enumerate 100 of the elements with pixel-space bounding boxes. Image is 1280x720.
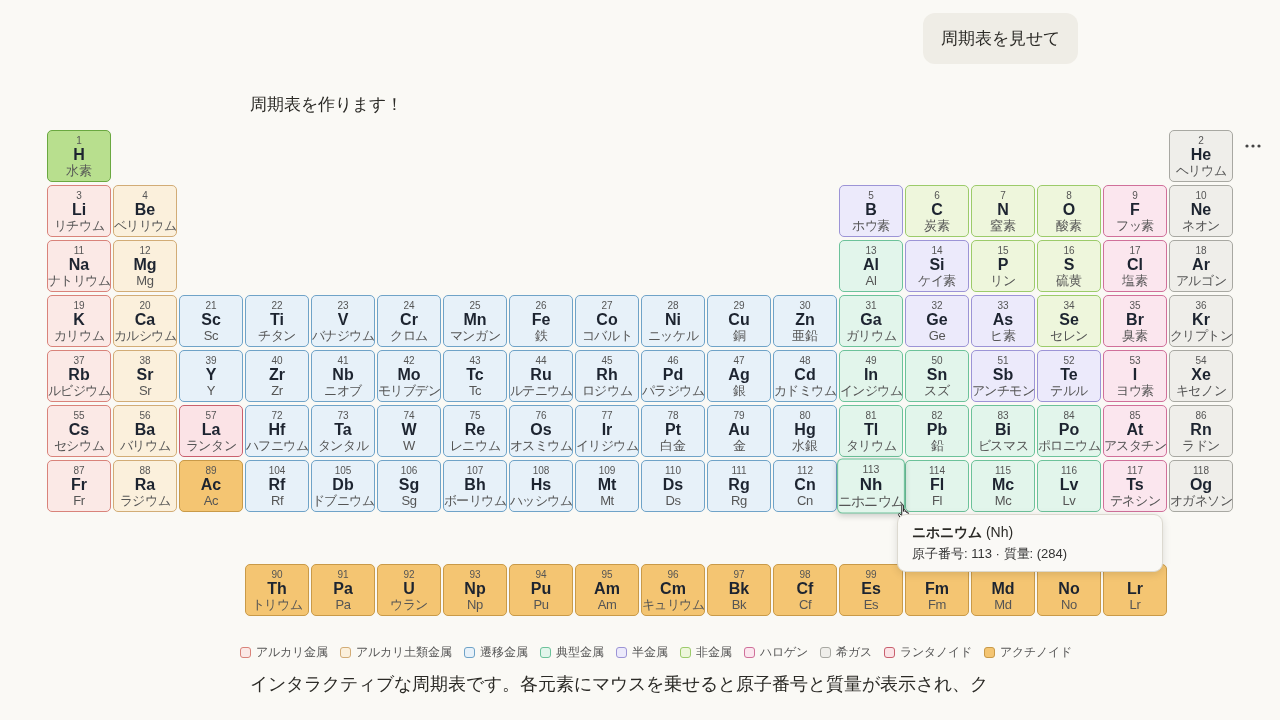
element-tile[interactable]: 115 Mc Mc [971, 460, 1035, 512]
element-tile[interactable]: 41 Nb ニオブ [311, 350, 375, 402]
element-tile[interactable]: 111 Rg Rg [707, 460, 771, 512]
element-tile[interactable]: 6 C 炭素 [905, 185, 969, 237]
element-tile[interactable]: 39 Y Y [179, 350, 243, 402]
element-tile[interactable]: 93 Np Np [443, 564, 507, 616]
element-tile[interactable]: 96 Cm キュリウム [641, 564, 705, 616]
more-options-icon[interactable] [1245, 144, 1261, 148]
element-tile[interactable]: 81 Tl タリウム [839, 405, 903, 457]
element-tile[interactable]: 28 Ni ニッケル [641, 295, 705, 347]
element-tile[interactable]: 75 Re レニウム [443, 405, 507, 457]
element-tile[interactable]: 23 V バナジウム [311, 295, 375, 347]
element-tile[interactable]: 105 Db ドブニウム [311, 460, 375, 512]
element-tile[interactable]: 11 Na ナトリウム [47, 240, 111, 292]
element-tile[interactable]: 51 Sb アンチモン [971, 350, 1035, 402]
element-tile[interactable]: 47 Ag 銀 [707, 350, 771, 402]
element-tile[interactable]: 44 Ru ルテニウム [509, 350, 573, 402]
element-tile[interactable]: 92 U ウラン [377, 564, 441, 616]
element-tile[interactable]: 109 Mt Mt [575, 460, 639, 512]
element-tile[interactable]: 98 Cf Cf [773, 564, 837, 616]
element-tile[interactable]: 91 Pa Pa [311, 564, 375, 616]
element-tile[interactable]: 56 Ba バリウム [113, 405, 177, 457]
element-tile[interactable]: 18 Ar アルゴン [1169, 240, 1233, 292]
element-tile[interactable]: 34 Se セレン [1037, 295, 1101, 347]
element-tile[interactable]: 50 Sn スズ [905, 350, 969, 402]
element-tile[interactable]: 83 Bi ビスマス [971, 405, 1035, 457]
element-tile[interactable]: 15 P リン [971, 240, 1035, 292]
element-tile[interactable]: 14 Si ケイ素 [905, 240, 969, 292]
element-tile[interactable]: 3 Li リチウム [47, 185, 111, 237]
element-tile[interactable]: 99 Es Es [839, 564, 903, 616]
element-tile[interactable]: 29 Cu 銅 [707, 295, 771, 347]
element-tile[interactable]: 82 Pb 鉛 [905, 405, 969, 457]
element-tile[interactable]: 45 Rh ロジウム [575, 350, 639, 402]
element-tile[interactable]: 48 Cd カドミウム [773, 350, 837, 402]
element-tile[interactable]: 27 Co コバルト [575, 295, 639, 347]
element-tile[interactable]: 116 Lv Lv [1037, 460, 1101, 512]
element-tile[interactable]: 118 Og オガネソン [1169, 460, 1233, 512]
element-tile[interactable]: 95 Am Am [575, 564, 639, 616]
element-tile[interactable]: 8 O 酸素 [1037, 185, 1101, 237]
element-tile[interactable]: 72 Hf ハフニウム [245, 405, 309, 457]
element-tile[interactable]: 32 Ge Ge [905, 295, 969, 347]
element-tile[interactable]: 33 As ヒ素 [971, 295, 1035, 347]
element-tile[interactable]: 38 Sr Sr [113, 350, 177, 402]
element-tile[interactable]: 21 Sc Sc [179, 295, 243, 347]
element-tile[interactable]: 2 He ヘリウム [1169, 130, 1233, 182]
element-tile[interactable]: 77 Ir イリジウム [575, 405, 639, 457]
element-tile[interactable]: 42 Mo モリブデン [377, 350, 441, 402]
element-tile[interactable]: 9 F フッ素 [1103, 185, 1167, 237]
element-tile[interactable]: 30 Zn 亜鉛 [773, 295, 837, 347]
element-tile[interactable]: 87 Fr Fr [47, 460, 111, 512]
element-tile[interactable]: 20 Ca カルシウム [113, 295, 177, 347]
element-tile[interactable]: 12 Mg Mg [113, 240, 177, 292]
element-tile[interactable]: 74 W W [377, 405, 441, 457]
element-tile[interactable]: 85 At アスタチン [1103, 405, 1167, 457]
element-tile[interactable]: 5 B ホウ素 [839, 185, 903, 237]
element-tile[interactable]: 94 Pu Pu [509, 564, 573, 616]
element-tile[interactable]: 46 Pd パラジウム [641, 350, 705, 402]
element-tile[interactable]: 80 Hg 水銀 [773, 405, 837, 457]
element-tile[interactable]: 88 Ra ラジウム [113, 460, 177, 512]
element-tile[interactable]: 112 Cn Cn [773, 460, 837, 512]
element-tile[interactable]: 37 Rb ルビジウム [47, 350, 111, 402]
element-tile[interactable]: 57 La ランタン [179, 405, 243, 457]
element-tile[interactable]: 7 N 窒素 [971, 185, 1035, 237]
element-tile[interactable]: 107 Bh ボーリウム [443, 460, 507, 512]
element-tile[interactable]: 53 I ヨウ素 [1103, 350, 1167, 402]
element-tile[interactable]: 55 Cs セシウム [47, 405, 111, 457]
element-tile[interactable]: 36 Kr クリプトン [1169, 295, 1233, 347]
element-tile[interactable]: 4 Be ベリリウム [113, 185, 177, 237]
element-tile[interactable]: 43 Tc Tc [443, 350, 507, 402]
element-tile[interactable]: 49 In インジウム [839, 350, 903, 402]
element-tile[interactable]: 52 Te テルル [1037, 350, 1101, 402]
element-tile[interactable]: 17 Cl 塩素 [1103, 240, 1167, 292]
element-tile[interactable]: 114 Fl Fl [905, 460, 969, 512]
element-tile[interactable]: 1 H 水素 [47, 130, 111, 182]
element-tile[interactable]: 35 Br 臭素 [1103, 295, 1167, 347]
element-tile[interactable]: 79 Au 金 [707, 405, 771, 457]
element-tile[interactable]: 19 K カリウム [47, 295, 111, 347]
element-tile[interactable]: 90 Th トリウム [245, 564, 309, 616]
element-tile[interactable]: 108 Hs ハッシウム [509, 460, 573, 512]
element-tile[interactable]: 73 Ta タンタル [311, 405, 375, 457]
element-tile[interactable]: 22 Ti チタン [245, 295, 309, 347]
element-tile[interactable]: 76 Os オスミウム [509, 405, 573, 457]
element-tile[interactable]: 31 Ga ガリウム [839, 295, 903, 347]
element-tile[interactable]: 40 Zr Zr [245, 350, 309, 402]
element-tile[interactable]: 110 Ds Ds [641, 460, 705, 512]
element-tile[interactable]: 54 Xe キセノン [1169, 350, 1233, 402]
element-tile[interactable]: 26 Fe 鉄 [509, 295, 573, 347]
element-tile[interactable]: 106 Sg Sg [377, 460, 441, 512]
element-tile[interactable]: 89 Ac Ac [179, 460, 243, 512]
element-tile[interactable]: 13 Al Al [839, 240, 903, 292]
element-tile[interactable]: 97 Bk Bk [707, 564, 771, 616]
element-tile[interactable]: 84 Po ポロニウム [1037, 405, 1101, 457]
element-tile[interactable]: 104 Rf Rf [245, 460, 309, 512]
element-tile[interactable]: 86 Rn ラドン [1169, 405, 1233, 457]
element-tile[interactable]: 10 Ne ネオン [1169, 185, 1233, 237]
element-tile[interactable]: 25 Mn マンガン [443, 295, 507, 347]
element-tile[interactable]: 117 Ts テネシン [1103, 460, 1167, 512]
element-tile[interactable]: 24 Cr クロム [377, 295, 441, 347]
element-tile[interactable]: 78 Pt 白金 [641, 405, 705, 457]
element-tile[interactable]: 16 S 硫黄 [1037, 240, 1101, 292]
